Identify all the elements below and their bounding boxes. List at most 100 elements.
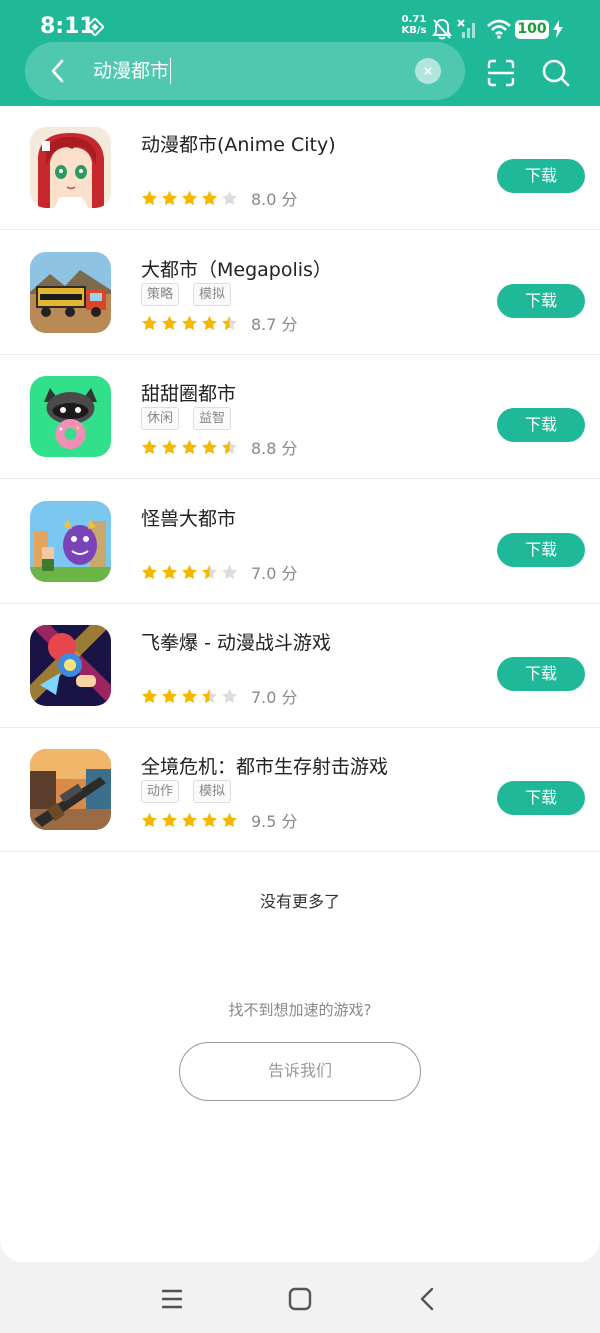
battery-indicator: 100 [515,20,549,39]
star-icon [162,564,177,579]
star-icon [222,315,237,330]
list-item[interactable]: 全境危机：都市生存射击游戏 动作 模拟 9.5 分 下载 [0,728,600,852]
tag: 动作 [141,780,180,803]
star-icon [222,688,237,703]
tell-us-button[interactable]: 告诉我们 [179,1042,421,1101]
star-rating [141,439,238,456]
speed-value: 0.71 [401,14,427,25]
clear-search-button[interactable] [415,58,441,84]
speed-unit: KB/s [401,25,427,36]
star-icon [202,564,217,579]
download-button[interactable]: 下载 [497,284,585,318]
signal-icon [457,19,475,38]
star-rating [141,315,238,332]
search-icon[interactable] [541,58,571,88]
header-bar: 8:11 0.71 KB/s 100 动漫都市 [0,0,600,106]
list-item[interactable]: 大都市（Megapolis） 策略 模拟 8.7 分 下载 [0,231,600,355]
no-more-label: 没有更多了 [259,892,340,911]
tag: 休闲 [141,407,180,430]
score: 8.8 分 [251,439,298,458]
rating: 8.0 分 [141,187,298,209]
download-button[interactable]: 下载 [497,781,585,815]
star-icon [162,315,177,330]
star-rating [141,812,238,829]
star-icon [182,564,197,579]
app-name[interactable]: 动漫都市(Anime City) [141,130,336,157]
list-item[interactable]: 飞拳爆 - 动漫战斗游戏 7.0 分 下载 [0,604,600,728]
download-button[interactable]: 下载 [497,657,585,691]
star-icon [142,439,157,454]
star-icon [202,688,217,703]
score: 7.0 分 [251,688,298,707]
star-icon [182,439,197,454]
star-icon [142,190,157,205]
vpn-icon [86,18,104,36]
tag: 策略 [141,283,180,306]
star-rating [141,688,238,705]
star-icon [222,190,237,205]
app-name[interactable]: 全境危机：都市生存射击游戏 [141,752,388,779]
flying-fist-icon[interactable] [30,625,111,706]
download-button[interactable]: 下载 [497,533,585,567]
menu-icon[interactable] [159,1286,185,1312]
star-icon [162,439,177,454]
tag: 模拟 [193,283,232,306]
star-icon [202,812,217,827]
app-name[interactable]: 甜甜圈都市 [141,379,236,406]
star-icon [182,812,197,827]
scan-icon[interactable] [486,58,516,88]
back-arrow-icon[interactable] [45,57,71,85]
star-icon [222,439,237,454]
score: 8.0 分 [251,190,298,209]
star-icon [222,812,237,827]
rating: 7.0 分 [141,685,298,707]
raccoon-donut-icon[interactable] [30,376,111,457]
rating: 7.0 分 [141,561,298,583]
download-button[interactable]: 下载 [497,408,585,442]
star-icon [142,564,157,579]
back-icon[interactable] [415,1286,441,1312]
cant-find-label: 找不到想加速的游戏? [228,1001,372,1019]
list-item[interactable]: 怪兽大都市 7.0 分 下载 [0,480,600,604]
home-icon[interactable] [287,1286,313,1312]
star-icon [202,315,217,330]
score: 8.7 分 [251,315,298,334]
star-icon [162,812,177,827]
tag-list: 休闲 益智 [141,407,232,431]
star-icon [202,190,217,205]
tag: 益智 [193,407,232,430]
score: 9.5 分 [251,812,298,831]
list-item[interactable]: 甜甜圈都市 休闲 益智 8.8 分 下载 [0,355,600,479]
tag: 模拟 [193,780,232,803]
star-icon [142,688,157,703]
rifle-shooter-icon[interactable] [30,749,111,830]
rating: 9.5 分 [141,809,298,831]
app-name[interactable]: 大都市（Megapolis） [141,255,332,282]
charging-icon [553,20,563,38]
tag-list: 策略 模拟 [141,283,232,307]
download-button[interactable]: 下载 [497,159,585,193]
app-name[interactable]: 怪兽大都市 [141,504,236,531]
score: 7.0 分 [251,564,298,583]
star-icon [182,315,197,330]
megapolis-truck-icon[interactable] [30,252,111,333]
star-icon [142,315,157,330]
status-bar: 8:11 0.71 KB/s 100 [0,0,600,44]
anime-girl-icon[interactable] [30,127,111,208]
star-icon [162,190,177,205]
star-rating [141,190,238,207]
star-rating [141,564,238,581]
app-name[interactable]: 飞拳爆 - 动漫战斗游戏 [141,628,331,655]
monster-city-icon[interactable] [30,501,111,582]
list-item[interactable]: 动漫都市(Anime City) 8.0 分 下载 [0,106,600,230]
search-bar[interactable]: 动漫都市 [25,42,465,100]
wifi-icon [487,19,511,39]
star-icon [182,190,197,205]
rating: 8.7 分 [141,312,298,334]
search-results: 动漫都市(Anime City) 8.0 分 下载 大都市（Megapolis）… [0,106,600,1262]
navigation-bar [0,1262,600,1333]
star-icon [182,688,197,703]
star-icon [222,564,237,579]
star-icon [142,812,157,827]
search-input[interactable]: 动漫都市 [93,58,172,84]
